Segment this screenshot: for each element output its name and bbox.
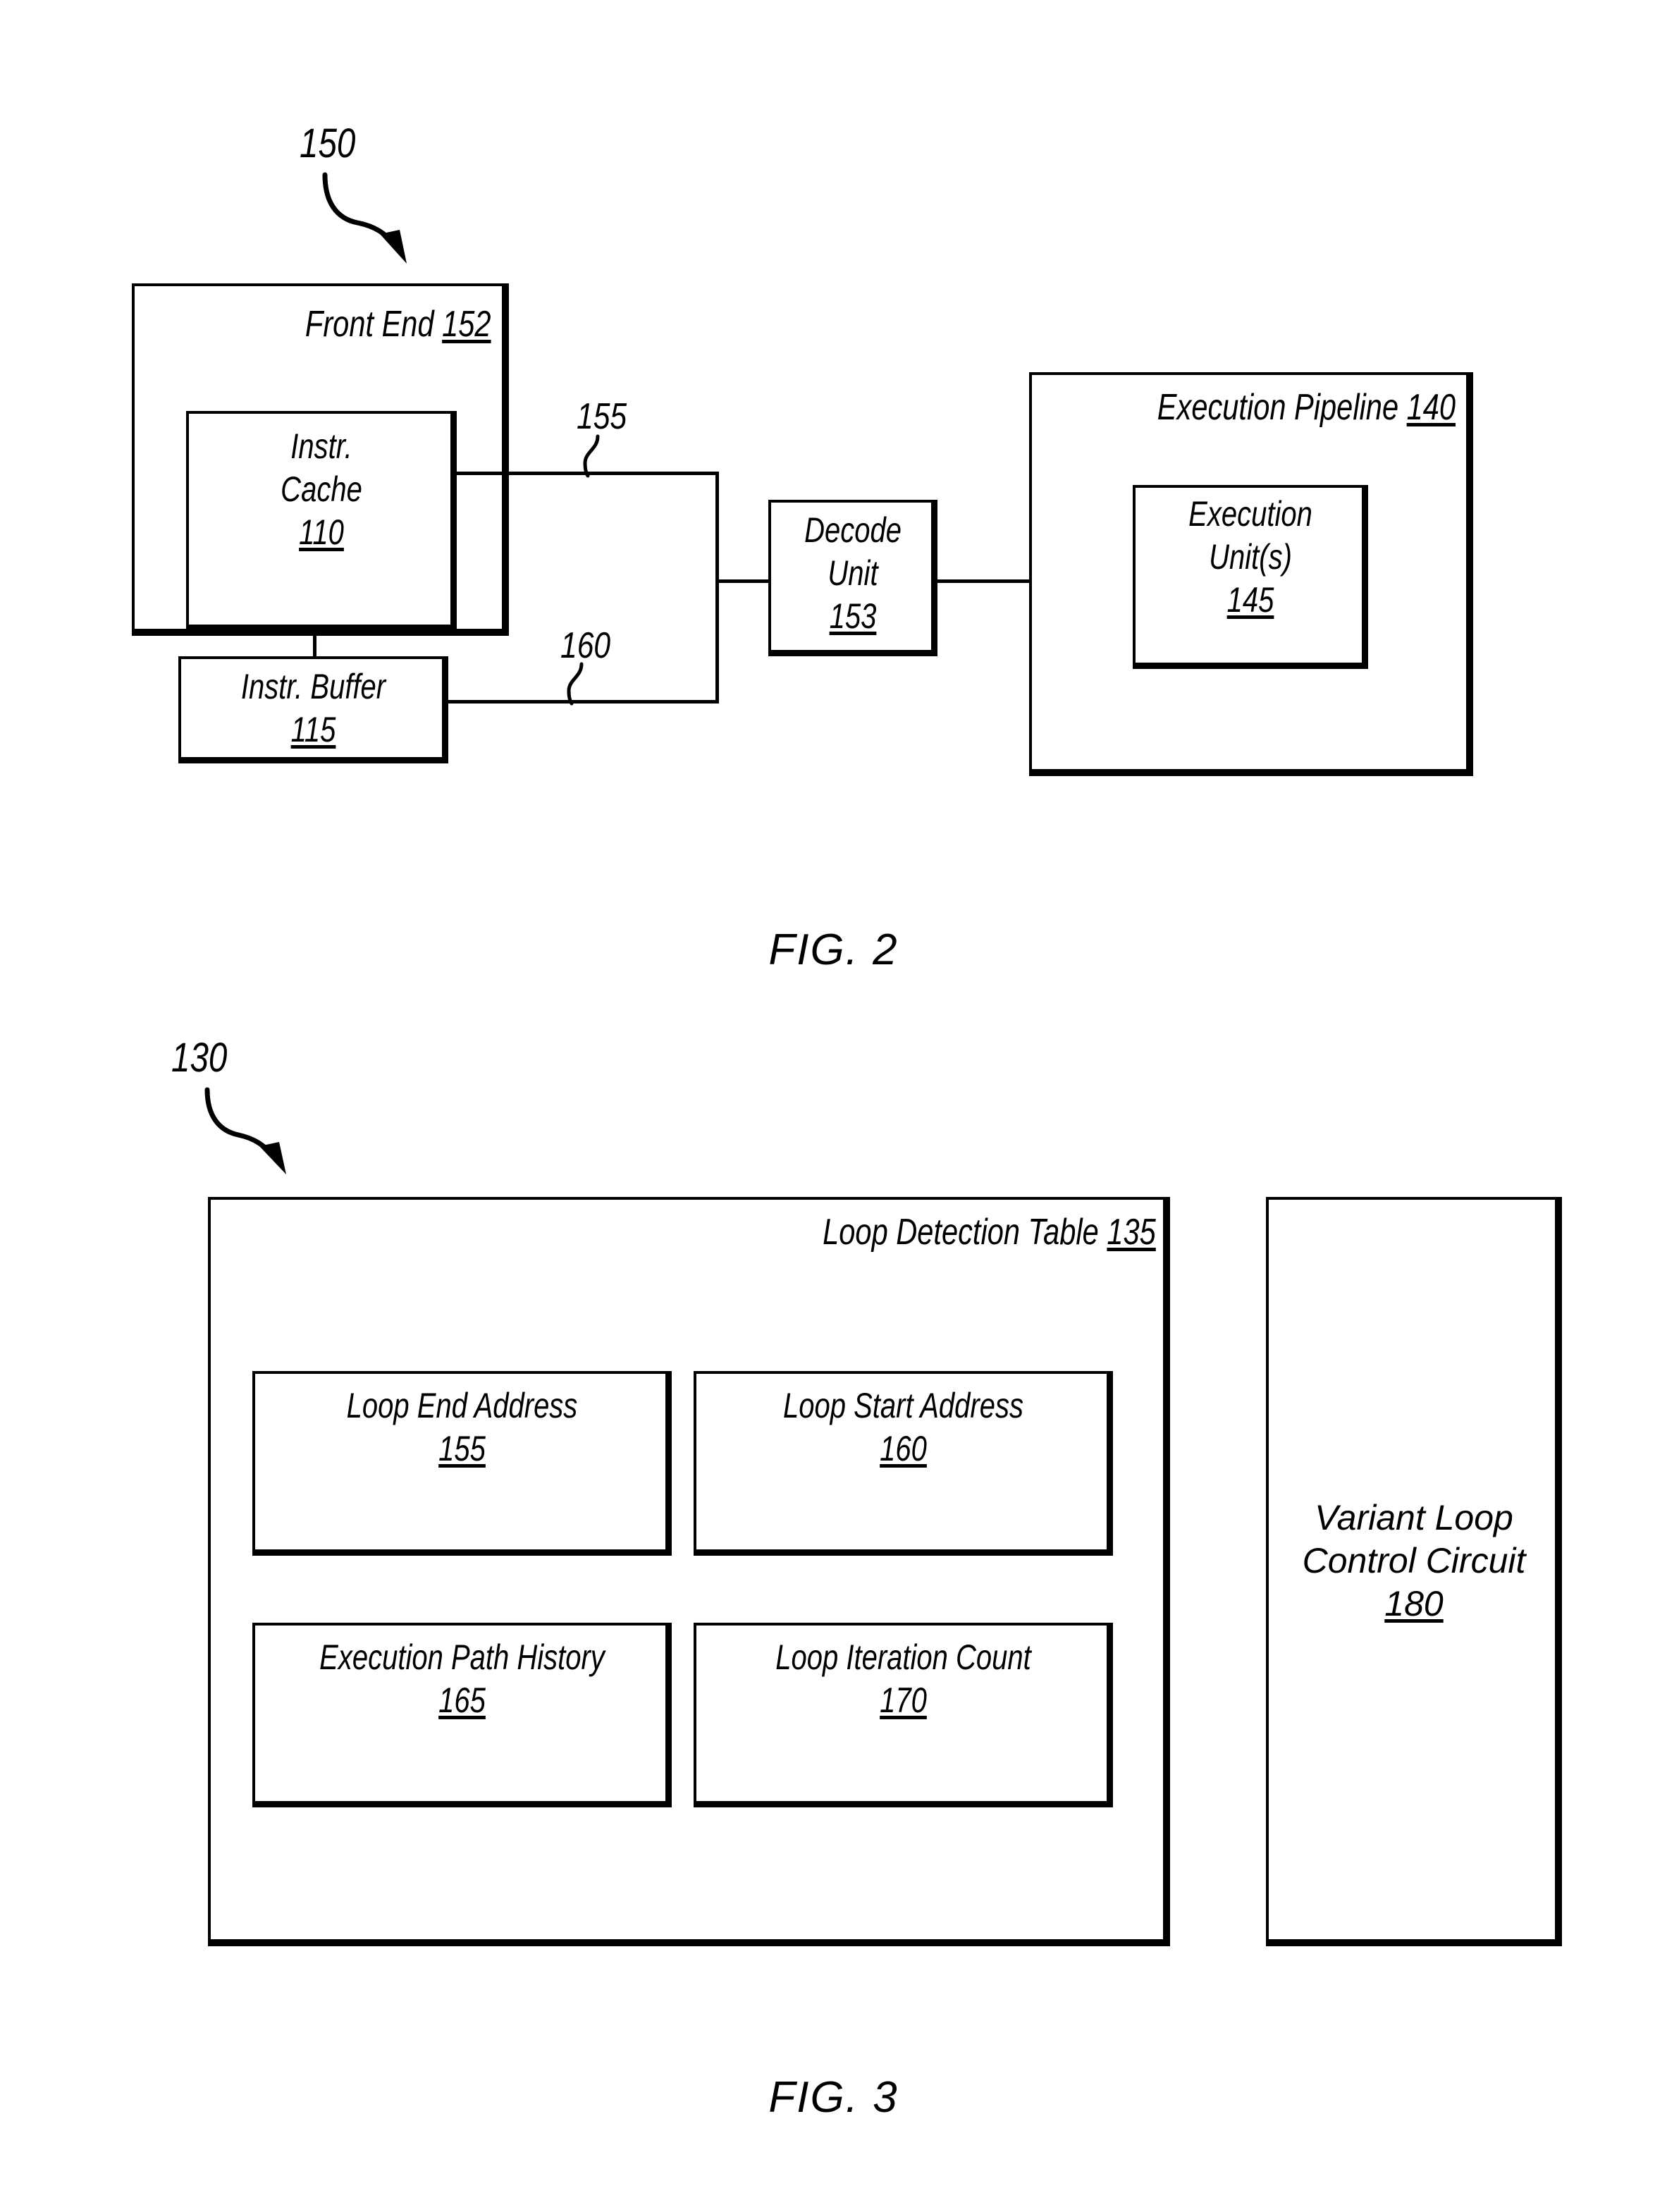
figure2-lead-ref-150: 150 [300,121,356,166]
decode-unit-text: Decode Unit 153 [768,510,937,637]
decode-unit-line2: Unit [828,553,878,593]
field-ref-3: 170 [880,1680,927,1720]
field-label-1: Loop Start Address [783,1386,1023,1425]
field-ref-2: 165 [438,1680,486,1720]
field-label-0: Loop End Address [346,1386,578,1425]
instr-cache-text: Instr. Cache 110 [186,426,457,553]
instr-buffer-line1: Instr. Buffer [240,667,386,706]
figure-3: 130 Loop Detection Table 135 Loop End Ad… [0,1022,1667,2212]
execution-units-line2: Unit(s) [1209,537,1292,577]
field-ref-0: 155 [438,1429,486,1468]
field-ref-1: 160 [880,1429,927,1468]
front-end-title: Front End 152 [202,303,491,345]
execution-units-text: Execution Unit(s) 145 [1133,493,1368,621]
loop-detection-table-title: Loop Detection Table 135 [493,1211,1156,1253]
instr-cache-line2: Cache [281,469,362,509]
signal-160-hook-icon [567,662,584,706]
signal-155-hook-icon [583,434,600,478]
decode-unit-line1: Decode [804,510,902,550]
field-text-execution-path-history: Execution Path History 165 [252,1637,672,1721]
variant-loop-control-circuit-text: Variant Loop Control Circuit 180 [1266,1497,1562,1625]
execution-units-ref: 145 [1226,580,1274,620]
instr-cache-line1: Instr. [290,426,352,466]
patent-drawing-sheet: 150 Front End 152 Instr. Cache 110 Instr… [0,0,1667,2212]
field-text-loop-start-address: Loop Start Address 160 [694,1385,1113,1470]
connector-cache-to-buffer [313,629,316,658]
figure3-lead-arrow-icon [204,1087,286,1174]
figure2-lead-arrow-icon [322,172,407,264]
figure-2-caption: FIG. 2 [768,926,899,974]
variant-loop-line2: Control Circuit [1302,1541,1526,1580]
execution-units-line1: Execution [1188,494,1312,534]
decode-unit-ref: 153 [829,596,877,636]
figure-3-caption: FIG. 3 [768,2073,899,2122]
front-end-ref: 152 [442,304,491,345]
figure3-lead-ref-130: 130 [171,1035,228,1081]
variant-loop-line1: Variant Loop [1315,1498,1513,1537]
field-label-3: Loop Iteration Count [775,1638,1031,1677]
connector-decode-to-pipeline [937,579,1033,583]
loop-detection-table-ref: 135 [1107,1212,1156,1253]
field-label-2: Execution Path History [319,1638,605,1677]
instr-buffer-text: Instr. Buffer 115 [178,666,448,751]
instr-cache-ref: 110 [299,512,344,552]
execution-pipeline-title-label: Execution Pipeline [1157,387,1407,428]
loop-detection-table-box [208,1197,1170,1946]
signal-160-label: 160 [560,625,611,666]
connector-signal-bus-vertical [715,472,719,703]
loop-detection-table-title-label: Loop Detection Table [823,1212,1107,1253]
variant-loop-ref: 180 [1384,1584,1444,1623]
figure-2: 150 Front End 152 Instr. Cache 110 Instr… [0,0,1667,1022]
instr-buffer-ref: 115 [290,710,336,749]
front-end-title-label: Front End [305,304,443,345]
field-text-loop-end-address: Loop End Address 155 [252,1385,672,1470]
execution-pipeline-title: Execution Pipeline 140 [1064,386,1456,429]
signal-155-label: 155 [577,396,627,437]
field-text-loop-iteration-count: Loop Iteration Count 170 [694,1637,1113,1721]
execution-pipeline-ref: 140 [1406,387,1456,428]
